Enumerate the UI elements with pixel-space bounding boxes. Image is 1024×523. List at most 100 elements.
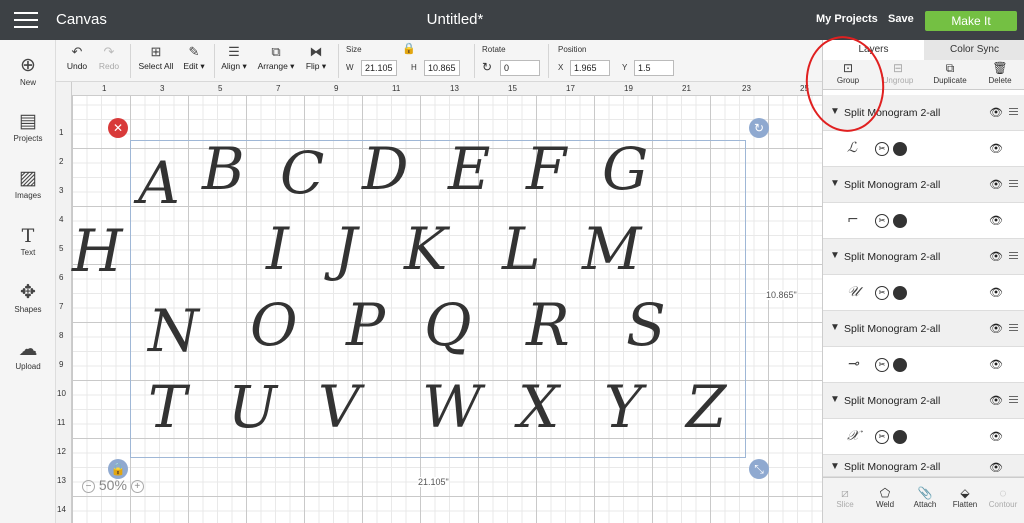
nav-new[interactable]: ⊕ New (0, 54, 56, 87)
duplicate-button[interactable]: ⧉ Duplicate (925, 61, 975, 85)
monogram-letter[interactable]: I (266, 220, 289, 278)
monogram-letter[interactable]: N (148, 302, 199, 360)
layer-item[interactable]: 𝒰 ✂ 👁 (823, 275, 1024, 311)
layer-group[interactable]: ▼ Split Monogram 2-all 👁 (823, 167, 1024, 203)
drag-handle-icon[interactable] (1009, 324, 1018, 333)
make-it-button[interactable]: Make It (925, 11, 1017, 31)
expand-triangle-icon[interactable]: ▼ (830, 461, 840, 472)
nav-shapes[interactable]: ✥ Shapes (0, 281, 56, 314)
eye-icon[interactable]: 👁 (989, 322, 1003, 335)
layer-group[interactable]: ▼ Split Monogram 2-all 👁 (823, 383, 1024, 419)
color-swatch[interactable] (893, 358, 907, 372)
drag-handle-icon[interactable] (1009, 180, 1018, 189)
flip-dropdown[interactable]: ⧓ Flip ▾ (302, 43, 330, 72)
eye-icon[interactable]: 👁 (989, 142, 1003, 155)
eye-icon[interactable]: 👁 (989, 214, 1003, 227)
rotate-field[interactable]: 0 (500, 60, 540, 76)
eye-icon[interactable]: 👁 (989, 250, 1003, 263)
edit-dropdown[interactable]: ✎ Edit ▾ (180, 43, 208, 72)
flatten-button[interactable]: ⬙ Flatten (945, 486, 985, 509)
slice-button[interactable]: ⧄ Slice (825, 486, 865, 509)
monogram-letter[interactable]: O (250, 296, 298, 354)
monogram-letter[interactable]: G (602, 140, 648, 198)
eye-icon[interactable]: 👁 (989, 430, 1003, 443)
color-swatch[interactable] (893, 214, 907, 228)
monogram-letter[interactable]: V (318, 378, 360, 436)
save-button[interactable]: Save (888, 13, 914, 25)
layer-item[interactable]: ℒ ✂ 👁 (823, 131, 1024, 167)
expand-triangle-icon[interactable]: ▼ (830, 178, 840, 189)
monogram-letter[interactable]: Y (604, 378, 642, 436)
monogram-letter[interactable]: L (502, 220, 541, 278)
color-swatch[interactable] (893, 286, 907, 300)
attach-button[interactable]: 📎 Attach (905, 486, 945, 509)
redo-button[interactable]: ↷ Redo (96, 43, 122, 71)
expand-triangle-icon[interactable]: ▼ (830, 322, 840, 333)
eye-icon[interactable]: 👁 (989, 394, 1003, 407)
drag-handle-icon[interactable] (1009, 252, 1018, 261)
lock-icon[interactable]: 🔒 (402, 42, 416, 55)
scale-handle[interactable]: ⤡ (749, 459, 769, 479)
monogram-letter[interactable]: M (582, 220, 641, 278)
monogram-letter[interactable]: H (72, 222, 123, 280)
eye-icon[interactable]: 👁 (989, 106, 1003, 119)
lock-handle[interactable]: 🔒 (108, 459, 128, 479)
x-field[interactable]: 1.965 (570, 60, 610, 76)
eye-icon[interactable]: 👁 (989, 461, 1003, 474)
monogram-letter[interactable]: A (138, 154, 180, 212)
monogram-letter[interactable]: U (228, 378, 277, 436)
monogram-letter[interactable]: K (404, 220, 447, 278)
drag-handle-icon[interactable] (1009, 396, 1018, 405)
my-projects-link[interactable]: My Projects (816, 13, 878, 25)
expand-triangle-icon[interactable]: ▼ (830, 250, 840, 261)
nav-images[interactable]: ▨ Images (0, 167, 56, 200)
monogram-letter[interactable]: Q (424, 296, 472, 354)
monogram-letter[interactable]: W (422, 378, 482, 436)
monogram-letter[interactable]: R (526, 296, 570, 354)
monogram-letter[interactable]: B (202, 140, 245, 198)
eye-icon[interactable]: 👁 (989, 358, 1003, 371)
zoom-out-button[interactable]: − (82, 479, 95, 493)
monogram-letter[interactable]: F (526, 140, 566, 198)
weld-button[interactable]: ⬠ Weld (865, 486, 905, 509)
layer-group[interactable]: ▼ Split Monogram 2-all 👁 (823, 239, 1024, 275)
drag-handle-icon[interactable] (1009, 108, 1018, 117)
layer-item[interactable]: 𝒳 ✂ 👁 (823, 419, 1024, 455)
contour-button[interactable]: ◌ Contour (983, 486, 1023, 509)
eye-icon[interactable]: 👁 (989, 178, 1003, 191)
monogram-letter[interactable]: C (280, 144, 324, 202)
select-all-button[interactable]: ⊞ Select All (136, 43, 176, 71)
align-dropdown[interactable]: ☰ Align ▾ (219, 43, 249, 72)
nav-upload[interactable]: ☁ Upload (0, 338, 56, 371)
zoom-in-button[interactable]: + (130, 479, 144, 493)
layer-item[interactable]: ⊸ ✂ 👁 (823, 347, 1024, 383)
tab-color-sync[interactable]: Color Sync (924, 40, 1024, 60)
monogram-letter[interactable]: E (448, 140, 490, 198)
monogram-letter[interactable]: D (362, 140, 409, 198)
monogram-letter[interactable]: S (626, 296, 666, 354)
monogram-letter[interactable]: Z (686, 378, 726, 436)
nav-text[interactable]: T Text (0, 224, 56, 257)
monogram-letter[interactable]: J (334, 220, 357, 278)
layer-item[interactable]: ⌐ ✂ 👁 (823, 203, 1024, 239)
y-field[interactable]: 1.5 (634, 60, 674, 76)
width-field[interactable]: 21.105 (361, 60, 397, 76)
delete-button[interactable]: 🗑 Delete (975, 61, 1024, 85)
color-swatch[interactable] (893, 142, 907, 156)
undo-button[interactable]: ↶ Undo (64, 43, 90, 71)
expand-triangle-icon[interactable]: ▼ (830, 394, 840, 405)
rotate-handle[interactable]: ↻ (749, 118, 769, 138)
color-swatch[interactable] (893, 430, 907, 444)
document-title[interactable]: Untitled* (400, 11, 510, 28)
layer-group[interactable]: ▼ Split Monogram 2-all 👁 (823, 455, 1024, 477)
layer-group[interactable]: ▼ Split Monogram 2-all 👁 (823, 311, 1024, 347)
design-canvas[interactable]: 1 3 5 7 9 11 13 15 17 19 21 23 25 1 2 3 … (56, 82, 822, 523)
height-field[interactable]: 10.865 (424, 60, 460, 76)
arrange-dropdown[interactable]: ⧉ Arrange ▾ (256, 43, 296, 72)
monogram-letter[interactable]: X (518, 378, 559, 436)
monogram-letter[interactable]: P (346, 296, 385, 354)
monogram-letter[interactable]: T (148, 378, 187, 436)
delete-handle[interactable]: ✕ (108, 118, 128, 138)
nav-projects[interactable]: ▤ Projects (0, 110, 56, 143)
menu-icon[interactable] (14, 12, 38, 28)
